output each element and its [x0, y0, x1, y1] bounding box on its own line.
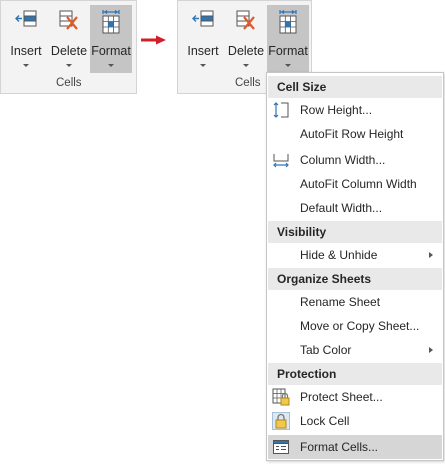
format-button[interactable]: Format [90, 5, 132, 73]
menu-item-label: Hide & Unhide [300, 248, 378, 262]
delete-button[interactable]: Delete [226, 5, 266, 73]
section-header-cell-size: Cell Size [268, 76, 442, 98]
menu-item-move-copy-sheet[interactable]: Move or Copy Sheet... [268, 314, 442, 338]
menu-item-label: Default Width... [300, 201, 383, 215]
format-label: Format [268, 44, 308, 58]
delete-cells-icon [58, 9, 80, 35]
delete-label: Delete [50, 44, 88, 58]
delete-cells-icon [235, 9, 257, 35]
menu-item-default-width[interactable]: Default Width... [268, 196, 442, 220]
ribbon-cells-group-before: Insert Delete Format Cells [0, 0, 137, 94]
menu-item-autofit-column-width[interactable]: AutoFit Column Width [268, 172, 442, 196]
column-width-icon [272, 151, 290, 169]
menu-item-row-height[interactable]: Row Height... [268, 98, 442, 122]
arrow-right-icon [141, 35, 166, 45]
menu-item-label: AutoFit Row Height [300, 127, 404, 141]
menu-item-tab-color[interactable]: Tab Color [268, 338, 442, 362]
chevron-down-icon [66, 64, 72, 67]
insert-cells-icon [192, 9, 214, 35]
insert-button[interactable]: Insert [6, 5, 46, 73]
menu-item-label: Move or Copy Sheet... [300, 319, 420, 333]
menu-item-label: Lock Cell [300, 414, 350, 428]
insert-cells-icon [15, 9, 37, 35]
chevron-down-icon [23, 64, 29, 67]
chevron-down-icon [108, 64, 114, 67]
format-button[interactable]: Format [267, 5, 309, 73]
chevron-down-icon [200, 64, 206, 67]
row-height-icon [272, 101, 290, 119]
delete-button[interactable]: Delete [49, 5, 89, 73]
format-cells-icon [277, 9, 299, 35]
group-label-cells: Cells [56, 77, 82, 89]
menu-item-format-cells[interactable]: Format Cells... [268, 435, 442, 459]
insert-label: Insert [10, 44, 42, 58]
submenu-arrow-icon [429, 347, 433, 353]
insert-button[interactable]: Insert [183, 5, 223, 73]
menu-item-label: Column Width... [300, 153, 386, 167]
chevron-down-icon [285, 64, 291, 67]
delete-label: Delete [227, 44, 265, 58]
chevron-down-icon [243, 64, 249, 67]
format-label: Format [91, 44, 131, 58]
menu-item-protect-sheet[interactable]: Protect Sheet... [268, 385, 442, 409]
section-header-visibility: Visibility [268, 221, 442, 243]
format-dropdown-menu: Cell Size Row Height... AutoFit Row Heig… [266, 72, 444, 461]
menu-item-hide-unhide[interactable]: Hide & Unhide [268, 243, 442, 267]
menu-item-rename-sheet[interactable]: Rename Sheet [268, 290, 442, 314]
group-label-cells: Cells [235, 77, 261, 89]
format-cells-icon [100, 9, 122, 35]
menu-item-label: Rename Sheet [300, 295, 381, 309]
menu-item-label: Row Height... [300, 103, 373, 117]
submenu-arrow-icon [429, 252, 433, 258]
format-cells-dialog-icon [272, 438, 290, 456]
insert-label: Insert [187, 44, 219, 58]
section-header-organize-sheets: Organize Sheets [268, 268, 442, 290]
section-header-protection: Protection [268, 363, 442, 385]
protect-sheet-icon [272, 388, 290, 406]
menu-item-column-width[interactable]: Column Width... [268, 148, 442, 172]
menu-item-label: AutoFit Column Width [300, 177, 417, 191]
menu-item-label: Format Cells... [300, 440, 379, 454]
menu-item-label: Tab Color [300, 343, 352, 357]
menu-item-label: Protect Sheet... [300, 390, 383, 404]
menu-item-lock-cell[interactable]: Lock Cell [268, 409, 442, 433]
menu-item-autofit-row-height[interactable]: AutoFit Row Height [268, 122, 442, 146]
lock-icon [272, 412, 290, 430]
